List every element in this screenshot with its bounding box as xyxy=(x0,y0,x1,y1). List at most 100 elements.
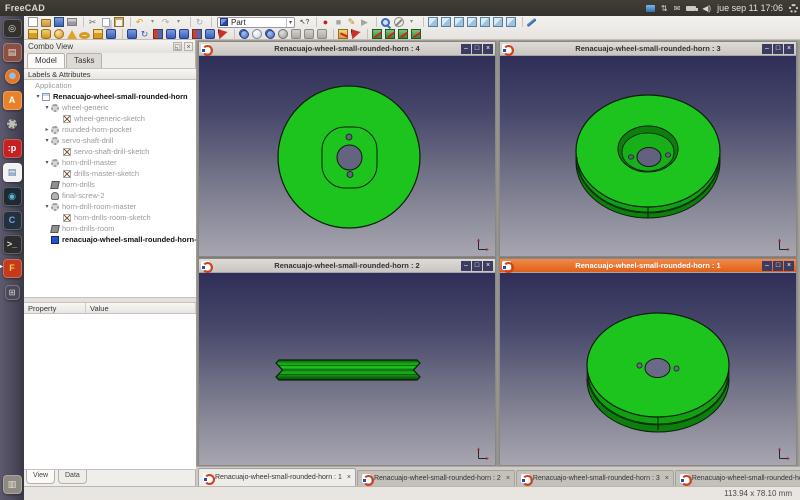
tree-item-horn-drills[interactable]: horn-drills xyxy=(24,179,196,190)
expander-icon[interactable]: ▾ xyxy=(43,137,51,144)
close-button[interactable]: × xyxy=(784,261,794,271)
property-editor[interactable] xyxy=(24,314,196,470)
undo-menu-button[interactable]: ▾ xyxy=(146,16,159,28)
tab-close-icon[interactable]: × xyxy=(665,475,669,482)
part-fillet-button[interactable] xyxy=(164,28,177,40)
viewport-3d[interactable] xyxy=(500,56,796,256)
tab-view[interactable]: View xyxy=(26,470,56,484)
part-sweep-button[interactable] xyxy=(216,28,229,40)
redo-menu-button[interactable]: ▾ xyxy=(172,16,185,28)
part-torus-button[interactable] xyxy=(78,28,91,40)
view-axonometric-button[interactable] xyxy=(426,16,439,28)
volume-icon[interactable]: ◀) xyxy=(702,4,711,13)
part-sphere-button[interactable] xyxy=(52,28,65,40)
part-shape-builder-button[interactable] xyxy=(104,28,117,40)
measure-distance-button[interactable] xyxy=(525,16,538,28)
part-cone-button[interactable] xyxy=(65,28,78,40)
window-titlebar[interactable]: Renacuajo-wheel-small-rounded-horn : 3 – □… xyxy=(500,42,796,56)
view-left-button[interactable] xyxy=(504,16,517,28)
boolean-union-button[interactable] xyxy=(237,28,250,40)
tree-item-rounded-horn-pocket[interactable]: ▸ rounded-horn-pocket xyxy=(24,124,196,135)
close-button[interactable]: × xyxy=(483,261,493,271)
view-right-button[interactable] xyxy=(465,16,478,28)
view-rear-button[interactable] xyxy=(478,16,491,28)
part-loft-button[interactable] xyxy=(203,28,216,40)
restore-button[interactable]: □ xyxy=(472,261,482,271)
redo-button[interactable]: ↷ xyxy=(159,16,172,28)
tree-item-application[interactable]: Application xyxy=(24,80,196,91)
measure-angular-button[interactable] xyxy=(349,28,362,40)
tab-data[interactable]: Data xyxy=(58,470,87,484)
paste-button[interactable] xyxy=(112,16,125,28)
tree-item-servo-shaft-drill-sketch[interactable]: servo-shaft-drill-sketch xyxy=(24,146,196,157)
part-box-button[interactable] xyxy=(26,28,39,40)
tab-close-icon[interactable]: × xyxy=(347,474,351,481)
measure-linear-button[interactable] xyxy=(336,28,349,40)
minimize-button[interactable]: – xyxy=(461,261,471,271)
launcher-dash-home[interactable]: ◎ xyxy=(0,16,24,40)
battery-icon[interactable] xyxy=(686,5,699,11)
tree-item-renacuajo-wheel-small-rounded-horn-final[interactable]: renacuajo-wheel-small-rounded-horn-final xyxy=(24,234,196,245)
tree-item-horn-drill-master[interactable]: ▾ horn-drill-master xyxy=(24,157,196,168)
copy-button[interactable] xyxy=(99,16,112,28)
minimize-button[interactable]: – xyxy=(762,44,772,54)
macro-record-button[interactable]: ● xyxy=(319,16,332,28)
measure-toggle-all-button[interactable] xyxy=(383,28,396,40)
restore-button[interactable]: □ xyxy=(773,261,783,271)
offset-3d-button[interactable] xyxy=(302,28,315,40)
minimize-button[interactable]: – xyxy=(762,261,772,271)
part-primitives-button[interactable] xyxy=(91,28,104,40)
window-titlebar[interactable]: Renacuajo-wheel-small-rounded-horn : 2 – □… xyxy=(199,259,495,273)
launcher-libreoffice-writer[interactable]: ▤ xyxy=(0,160,24,184)
view-front-button[interactable] xyxy=(439,16,452,28)
dock-float-button[interactable]: ◱ xyxy=(173,42,182,51)
refresh-button[interactable]: ↻ xyxy=(193,16,206,28)
launcher-media-player[interactable]: :p xyxy=(0,136,24,160)
app-indicator-icon[interactable] xyxy=(645,4,655,12)
macro-edit-button[interactable]: ✎ xyxy=(345,16,358,28)
view-bottom-button[interactable] xyxy=(491,16,504,28)
combo-view-header[interactable]: Combo View ◱ × xyxy=(24,40,195,53)
thickness-button[interactable] xyxy=(315,28,328,40)
tree-item-servo-shaft-drill[interactable]: ▾ servo-shaft-drill xyxy=(24,135,196,146)
document-tab-1[interactable]: Renacuajo-wheel-small-rounded-horn : 1 × xyxy=(198,468,356,486)
tree-item-horn-drill-room-master[interactable]: ▾ horn-drill-room-master xyxy=(24,201,196,212)
wheel-model[interactable] xyxy=(500,273,796,465)
wheel-model[interactable] xyxy=(199,56,495,256)
part-section-button[interactable] xyxy=(276,28,289,40)
window-titlebar[interactable]: Renacuajo-wheel-small-rounded-horn : 4 – □… xyxy=(199,42,495,56)
measure-refresh-button[interactable] xyxy=(370,28,383,40)
expander-icon[interactable]: ▾ xyxy=(43,104,51,111)
expander-icon[interactable]: ▾ xyxy=(43,203,51,210)
tree-item-horn-drills-room[interactable]: horn-drills-room xyxy=(24,223,196,234)
document-tab-2[interactable]: Renacuajo-wheel-small-rounded-horn : 2 × xyxy=(356,470,515,486)
launcher-freecad[interactable]: ▸ F xyxy=(0,256,24,280)
tab-model[interactable]: Model xyxy=(27,53,65,68)
tree-item-final-screw-2[interactable]: final-screw-2 xyxy=(24,190,196,201)
expander-icon[interactable]: ▸ xyxy=(43,126,51,133)
measure-toggle-delta-button[interactable] xyxy=(409,28,422,40)
boolean-common-button[interactable] xyxy=(250,28,263,40)
launcher-browser-swirl[interactable]: ◉ xyxy=(0,184,24,208)
cross-sections-button[interactable] xyxy=(289,28,302,40)
macro-play-button[interactable]: ▶ xyxy=(358,16,371,28)
restore-button[interactable]: □ xyxy=(472,44,482,54)
restore-button[interactable]: □ xyxy=(773,44,783,54)
new-file-button[interactable] xyxy=(26,16,39,28)
tree-item-wheel-generic[interactable]: ▾ wheel-generic xyxy=(24,102,196,113)
wheel-model[interactable] xyxy=(199,273,495,465)
launcher-workspace-switcher[interactable]: ⊞ xyxy=(0,280,24,304)
sync-indicator-icon[interactable]: ⇅ xyxy=(661,4,668,13)
dock-close-button[interactable]: × xyxy=(184,42,193,51)
viewport-3d[interactable] xyxy=(199,56,495,256)
draw-style-button[interactable] xyxy=(392,16,405,28)
view-fit-all-button[interactable] xyxy=(379,16,392,28)
expander-icon[interactable]: ▾ xyxy=(34,93,42,100)
document-tab-3[interactable]: Renacuajo-wheel-small-rounded-horn : 3 × xyxy=(515,470,674,486)
messaging-menu-icon[interactable]: ✉ xyxy=(674,4,681,13)
part-cylinder-button[interactable] xyxy=(39,28,52,40)
launcher-software-center[interactable]: A xyxy=(0,88,24,112)
clock[interactable]: jue sep 11 17:06 xyxy=(717,3,783,13)
draw-style-menu-button[interactable]: ▾ xyxy=(405,16,418,28)
window-titlebar[interactable]: Renacuajo-wheel-small-rounded-horn : 1 – □… xyxy=(500,259,796,273)
